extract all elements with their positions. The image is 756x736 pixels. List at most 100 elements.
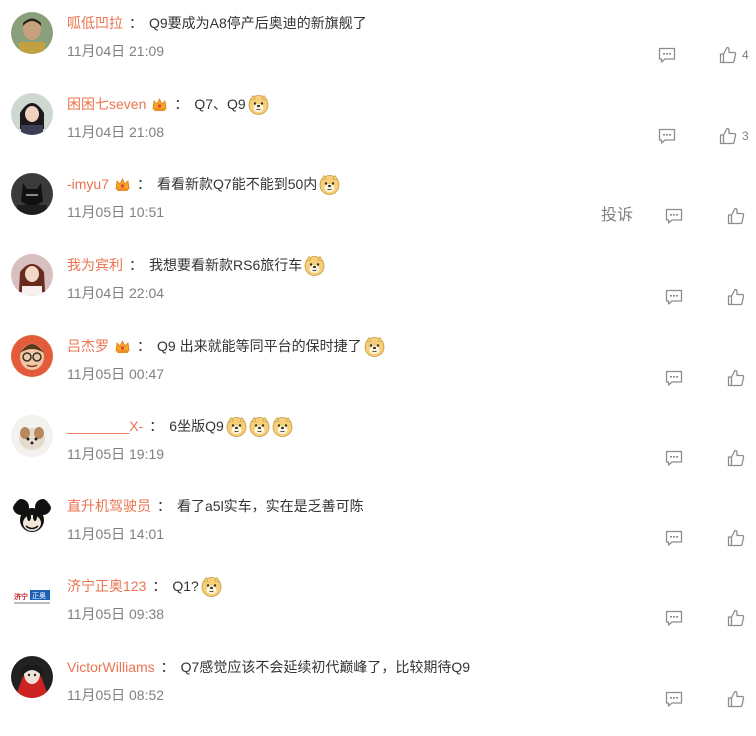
comment-icon[interactable]	[658, 46, 676, 64]
comment-icon[interactable]	[665, 529, 683, 547]
comment-line: 吕杰罗 ： Q9 出来就能等同平台的保时捷了	[67, 335, 385, 357]
like-button[interactable]	[727, 288, 745, 306]
doge-emoji-icon	[304, 255, 325, 276]
comment-line: 济宁正奥123 ： Q1?	[67, 575, 222, 597]
thumbs-up-icon	[719, 127, 737, 145]
doge-emoji-icon	[248, 94, 269, 115]
separator: ：	[129, 15, 143, 31]
comment-timestamp: 11月04日 21:09	[67, 43, 165, 59]
avatar[interactable]	[11, 173, 53, 215]
comment-text: 我想要看新款RS6旅行车	[149, 257, 303, 273]
thumbs-up-icon	[727, 690, 745, 708]
avatar[interactable]	[11, 93, 53, 135]
like-button[interactable]	[727, 690, 745, 708]
avatar[interactable]	[11, 415, 53, 457]
separator: ：	[129, 257, 143, 273]
comment-item: 济宁 正奥 济宁正奥123： Q1? 11月05日 09:38	[0, 575, 756, 655]
doge-emoji-icon	[272, 416, 293, 437]
separator: ：	[152, 578, 167, 594]
like-button[interactable]	[727, 609, 745, 627]
comment-icon[interactable]	[665, 690, 683, 708]
report-link[interactable]: 投诉	[601, 207, 633, 225]
username-link[interactable]: -imyu7	[67, 173, 109, 195]
comment-icon[interactable]	[665, 449, 683, 467]
comment-text: Q9 出来就能等同平台的保时捷了	[157, 338, 362, 354]
thumbs-up-icon	[719, 46, 737, 64]
comment-icon[interactable]	[665, 288, 683, 306]
comment-text: Q9要成为A8停产后奥迪的新旗舰了	[149, 15, 367, 31]
svg-text:济宁: 济宁	[14, 592, 28, 601]
username-link[interactable]: VictorWilliams	[67, 656, 155, 678]
vip-crown-icon	[114, 338, 131, 355]
comment-text: Q7感觉应该不会延续初代巅峰了，比较期待Q9	[180, 659, 470, 675]
comment-line: -imyu7 ： 看看新款Q7能不能到50内	[67, 173, 340, 195]
comment-icon[interactable]	[665, 369, 683, 387]
thumbs-up-icon	[727, 207, 745, 225]
comment-line: 我为宾利 ： 我想要看新款RS6旅行车	[67, 254, 325, 276]
doge-emoji-icon	[249, 416, 270, 437]
username-link[interactable]: 呱低凹拉	[67, 12, 123, 34]
username-link[interactable]: 济宁正奥123	[67, 575, 146, 597]
comment-timestamp: 11月05日 10:51	[67, 204, 165, 220]
thumbs-up-icon	[727, 369, 745, 387]
comment-item: 困困七seven ： Q7、Q9 11月04日 21:08 3	[0, 93, 756, 173]
separator: ：	[157, 498, 171, 514]
avatar[interactable]	[11, 335, 53, 377]
username-link[interactable]: ________X-	[67, 415, 143, 437]
username-link[interactable]: 我为宾利	[67, 254, 123, 276]
avatar[interactable]	[11, 495, 53, 537]
thumbs-up-icon	[727, 288, 745, 306]
separator: ：	[149, 418, 164, 434]
comment-line: VictorWilliams ： Q7感觉应该不会延续初代巅峰了，比较期待Q9	[67, 656, 470, 678]
vip-crown-icon	[114, 176, 131, 193]
comment-timestamp: 11月05日 09:38	[67, 606, 165, 622]
comment-line: 直升机驾驶员 ： 看了a5l实车，实在是乏善可陈	[67, 495, 364, 517]
avatar[interactable]: 济宁 正奥	[11, 575, 53, 617]
comment-text: 6坐版Q9	[169, 418, 224, 434]
like-button[interactable]: 4	[719, 46, 749, 64]
comment-text: 看看新款Q7能不能到50内	[157, 176, 318, 192]
separator: ：	[137, 176, 152, 192]
separator: ：	[160, 659, 175, 675]
like-count: 4	[742, 48, 749, 62]
svg-text:正奥: 正奥	[32, 591, 46, 600]
avatar[interactable]	[11, 656, 53, 698]
like-button[interactable]: 3	[719, 127, 749, 145]
separator: ：	[137, 338, 151, 354]
comment-line: 呱低凹拉 ： Q9要成为A8停产后奥迪的新旗舰了	[67, 12, 367, 34]
comment-item: 呱低凹拉 ： Q9要成为A8停产后奥迪的新旗舰了 11月04日 21:09 4	[0, 12, 756, 92]
vip-crown-icon	[151, 96, 168, 113]
comment-item: -imyu7 ： 看看新款Q7能不能到50内 11月05日 10:51 投诉	[0, 173, 756, 253]
comment-text: 看了a5l实车，实在是乏善可陈	[177, 498, 364, 514]
comment-text: Q7、Q9	[194, 96, 246, 112]
comment-text: Q1?	[172, 578, 199, 594]
comment-line: ________X- ： 6坐版Q9	[67, 415, 293, 437]
avatar[interactable]	[11, 12, 53, 54]
like-button[interactable]	[727, 207, 745, 225]
username-link[interactable]: 吕杰罗	[67, 335, 109, 357]
comment-timestamp: 11月05日 14:01	[67, 526, 165, 542]
comment-timestamp: 11月05日 19:19	[67, 446, 165, 462]
comment-timestamp: 11月04日 22:04	[67, 285, 165, 301]
comment-item: 我为宾利 ： 我想要看新款RS6旅行车 11月04日 22:04	[0, 254, 756, 334]
comment-icon[interactable]	[665, 609, 683, 627]
doge-emoji-icon	[364, 336, 385, 357]
comment-timestamp: 11月05日 00:47	[67, 366, 165, 382]
like-button[interactable]	[727, 369, 745, 387]
username-link[interactable]: 困困七seven	[67, 93, 146, 115]
comment-icon[interactable]	[658, 127, 676, 145]
doge-emoji-icon	[226, 416, 247, 437]
comment-item: VictorWilliams ： Q7感觉应该不会延续初代巅峰了，比较期待Q9 11月…	[0, 656, 756, 736]
like-button[interactable]	[727, 529, 745, 547]
username-link[interactable]: 直升机驾驶员	[67, 495, 151, 517]
like-button[interactable]	[727, 449, 745, 467]
like-count: 3	[742, 129, 749, 143]
thumbs-up-icon	[727, 609, 745, 627]
doge-emoji-icon	[319, 174, 340, 195]
comment-item: 吕杰罗 ： Q9 出来就能等同平台的保时捷了 11月05日 00:47	[0, 335, 756, 415]
comment-timestamp: 11月04日 21:08	[67, 124, 165, 140]
comment-icon[interactable]	[665, 207, 683, 225]
comment-line: 困困七seven ： Q7、Q9	[67, 93, 269, 115]
avatar[interactable]	[11, 254, 53, 296]
comment-item: 直升机驾驶员 ： 看了a5l实车，实在是乏善可陈 11月05日 14:01	[0, 495, 756, 575]
